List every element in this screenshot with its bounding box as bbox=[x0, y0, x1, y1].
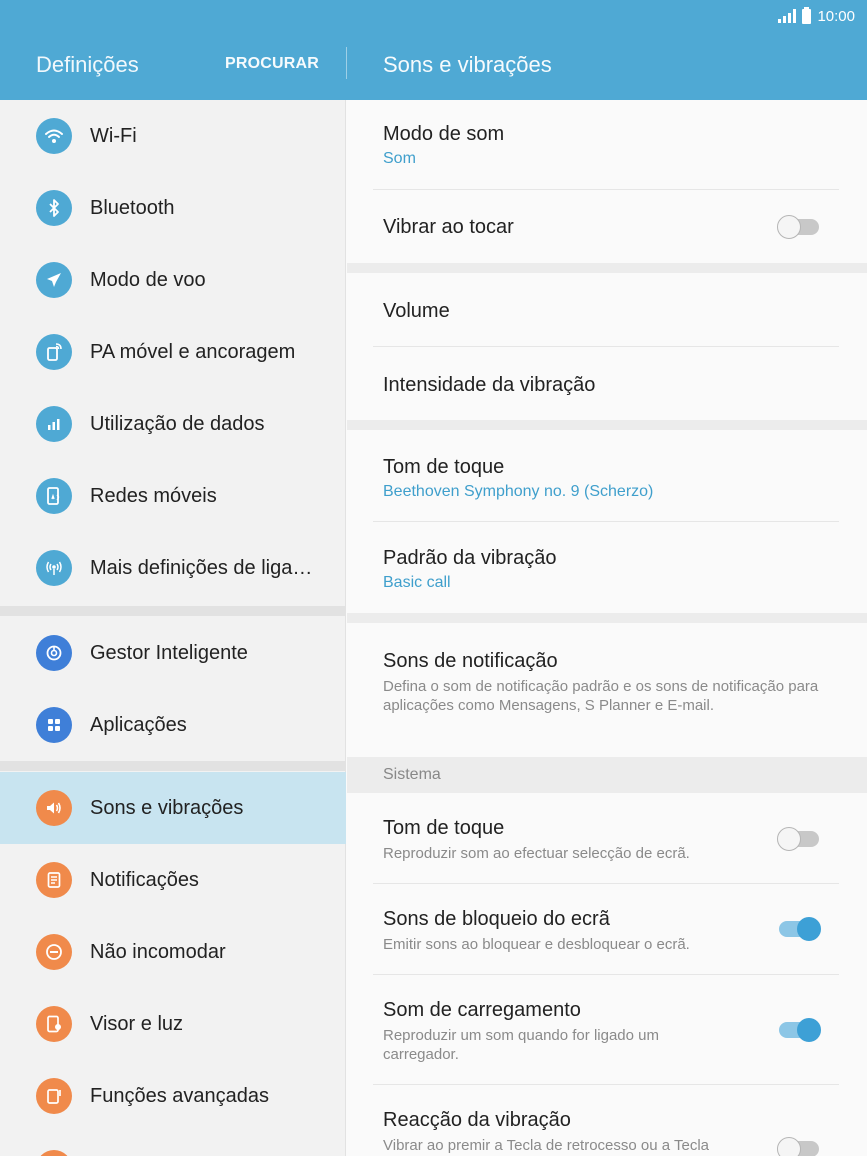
status-time: 10:00 bbox=[817, 7, 855, 25]
ringtone-value: Beethoven Symphony no. 9 (Scherzo) bbox=[383, 483, 654, 500]
sidebar-item-display[interactable]: Visor e luz bbox=[0, 988, 346, 1060]
sidebar-item-bluetooth[interactable]: Bluetooth bbox=[0, 172, 346, 244]
sidebar-divider bbox=[0, 606, 346, 616]
ringtone-title: Tom de toque bbox=[383, 456, 505, 478]
sounds-settings-panel: Modo de som Som Vibrar ao tocar Volume I… bbox=[347, 100, 867, 1156]
sidebar-item-notifications[interactable]: Notificações bbox=[0, 844, 346, 916]
status-bar: 10:00 bbox=[778, 6, 855, 26]
settings-title: Definições bbox=[36, 52, 139, 77]
data-usage-icon bbox=[36, 406, 72, 442]
sound-mode-value: Som bbox=[383, 150, 416, 167]
search-button[interactable]: PROCURAR bbox=[225, 55, 319, 73]
advanced-features-icon bbox=[36, 1078, 72, 1114]
touch-sounds-switch[interactable] bbox=[777, 826, 821, 852]
header-divider bbox=[346, 47, 347, 79]
lock-sounds-description: Emitir sons ao bloquear e desbloquear o … bbox=[383, 936, 690, 953]
sidebar-item-mobile-networks[interactable]: Redes móveis bbox=[0, 460, 346, 532]
apps-icon bbox=[36, 707, 72, 743]
sidebar-item-label: Visor e luz bbox=[90, 1012, 184, 1035]
touch-sounds-title: Tom de toque bbox=[383, 817, 505, 839]
vibration-intensity-row[interactable]: Intensidade da vibração bbox=[347, 347, 867, 420]
charging-sound-title: Som de carregamento bbox=[383, 999, 581, 1021]
section-gap bbox=[347, 613, 867, 623]
lock-sounds-row[interactable]: Sons de bloqueio do ecrã Emitir sons ao … bbox=[347, 884, 867, 975]
app-header: 10:00 Definições PROCURAR Sons e vibraçõ… bbox=[0, 0, 867, 100]
signal-icon bbox=[778, 9, 797, 23]
vibration-feedback-switch[interactable] bbox=[777, 1136, 821, 1156]
speaker-icon bbox=[36, 790, 72, 826]
lock-sounds-title: Sons de bloqueio do ecrã bbox=[383, 908, 610, 930]
sidebar-item-more-connections[interactable]: Mais definições de liga… bbox=[0, 532, 346, 604]
touch-sounds-description: Reproduzir som ao efectuar selecção de e… bbox=[383, 845, 690, 862]
bluetooth-icon bbox=[36, 190, 72, 226]
touch-sounds-row[interactable]: Tom de toque Reproduzir som ao efectuar … bbox=[347, 793, 867, 884]
section-gap bbox=[347, 263, 867, 273]
sidebar-item-do-not-disturb[interactable]: Não incomodar bbox=[0, 916, 346, 988]
sidebar-item-label: Não incomodar bbox=[90, 940, 226, 963]
vibration-feedback-title: Reacção da vibração bbox=[383, 1109, 571, 1131]
sound-mode-title: Modo de som bbox=[383, 123, 505, 145]
volume-row[interactable]: Volume bbox=[347, 273, 867, 347]
volume-title: Volume bbox=[383, 300, 450, 322]
sidebar-item-applications[interactable]: Aplicações bbox=[0, 689, 346, 761]
vibration-pattern-row[interactable]: Padrão da vibração Basic call bbox=[347, 522, 867, 613]
system-section-header: Sistema bbox=[347, 757, 867, 793]
section-gap bbox=[347, 420, 867, 430]
vibrate-on-ring-row[interactable]: Vibrar ao tocar bbox=[347, 190, 867, 263]
vibration-pattern-title: Padrão da vibração bbox=[383, 547, 557, 569]
do-not-disturb-icon bbox=[36, 934, 72, 970]
sidebar-item-label: Funções avançadas bbox=[90, 1084, 270, 1107]
sound-mode-row[interactable]: Modo de som Som bbox=[347, 100, 867, 190]
sidebar-item-label: Modo de voo bbox=[90, 268, 206, 291]
sidebar-item-label: Gestor Inteligente bbox=[90, 641, 248, 664]
sidebar-item-label: PA móvel e ancoragem bbox=[90, 340, 296, 363]
sidebar-item-label: Wi-Fi bbox=[90, 124, 137, 147]
sidebar-item-label: Bluetooth bbox=[90, 196, 175, 219]
sidebar-item-hotspot[interactable]: PA móvel e ancoragem bbox=[0, 316, 346, 388]
vibration-pattern-value: Basic call bbox=[383, 574, 451, 591]
lock-sounds-switch[interactable] bbox=[777, 916, 821, 942]
charging-sound-description: Reproduzir um som quando for ligado um c… bbox=[383, 1027, 659, 1063]
smart-manager-icon bbox=[36, 635, 72, 671]
sidebar-item-label: Sons e vibrações bbox=[90, 796, 244, 819]
settings-sidebar: Wi-Fi Bluetooth Modo de voo PA móvel e a… bbox=[0, 100, 346, 1156]
notification-sounds-description: Defina o som de notificação padrão e os … bbox=[383, 678, 819, 714]
sidebar-item-wifi[interactable]: Wi-Fi bbox=[0, 100, 346, 172]
sidebar-item-label: Notificações bbox=[90, 868, 199, 891]
sidebar-item-label: Redes móveis bbox=[90, 484, 217, 507]
battery-icon bbox=[802, 6, 812, 24]
hotspot-icon bbox=[36, 334, 72, 370]
vibration-feedback-description: Vibrar ao premir a Tecla de retrocesso o… bbox=[383, 1137, 710, 1154]
page-title: Sons e vibrações bbox=[383, 52, 552, 77]
sidebar-item-sounds-vibration[interactable]: Sons e vibrações bbox=[0, 772, 346, 844]
sidebar-item-advanced-features[interactable]: Funções avançadas bbox=[0, 1060, 346, 1132]
vibrate-on-ring-switch[interactable] bbox=[777, 214, 821, 240]
vibrate-on-ring-title: Vibrar ao tocar bbox=[383, 216, 514, 238]
mobile-networks-icon bbox=[36, 478, 72, 514]
notifications-icon bbox=[36, 862, 72, 898]
notification-sounds-row[interactable]: Sons de notificação Defina o som de noti… bbox=[347, 623, 867, 757]
ringtone-row[interactable]: Tom de toque Beethoven Symphony no. 9 (S… bbox=[347, 430, 867, 522]
sidebar-item-label: Mais definições de liga… bbox=[90, 556, 313, 579]
system-section-label: Sistema bbox=[383, 766, 441, 783]
wifi-icon bbox=[36, 118, 72, 154]
airplane-icon bbox=[36, 262, 72, 298]
settings-category-icon bbox=[36, 1150, 72, 1156]
more-connections-icon bbox=[36, 550, 72, 586]
charging-sound-switch[interactable] bbox=[777, 1017, 821, 1043]
vibration-feedback-row[interactable]: Reacção da vibração Vibrar ao premir a T… bbox=[347, 1085, 867, 1156]
sidebar-item-partial[interactable] bbox=[0, 1132, 346, 1156]
display-icon bbox=[36, 1006, 72, 1042]
notification-sounds-title: Sons de notificação bbox=[383, 650, 558, 672]
sidebar-item-smart-manager[interactable]: Gestor Inteligente bbox=[0, 617, 346, 689]
charging-sound-row[interactable]: Som de carregamento Reproduzir um som qu… bbox=[347, 975, 867, 1085]
sidebar-item-data-usage[interactable]: Utilização de dados bbox=[0, 388, 346, 460]
sidebar-item-label: Aplicações bbox=[90, 713, 187, 736]
sidebar-item-label: Utilização de dados bbox=[90, 412, 265, 435]
vibration-intensity-title: Intensidade da vibração bbox=[383, 374, 596, 396]
sidebar-divider bbox=[0, 761, 346, 771]
sidebar-item-airplane-mode[interactable]: Modo de voo bbox=[0, 244, 346, 316]
